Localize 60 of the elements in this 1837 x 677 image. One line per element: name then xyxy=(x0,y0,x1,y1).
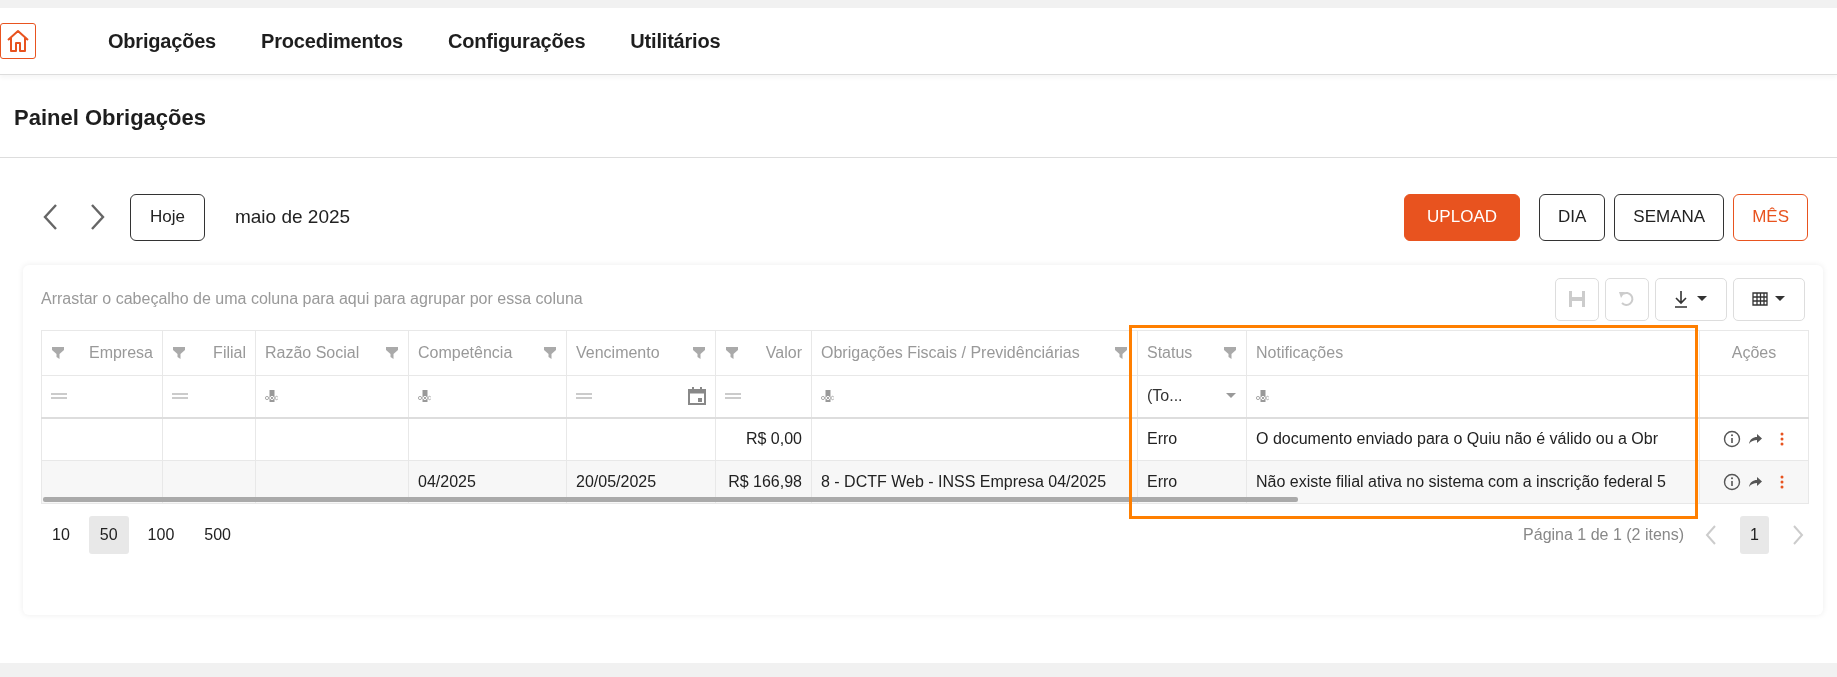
page-info: Página 1 de 1 (2 itens) xyxy=(1523,526,1685,544)
filter-icon[interactable] xyxy=(172,346,186,360)
more-options-icon[interactable] xyxy=(1779,431,1785,448)
filter-icon[interactable] xyxy=(725,346,739,360)
calendar-icon[interactable] xyxy=(688,387,706,406)
table-cell: O documento enviado para o Quiu não é válido ou a Obr xyxy=(1256,430,1659,448)
caret-icon xyxy=(1225,392,1237,401)
view-tab[interactable]: MÊS xyxy=(1733,193,1808,241)
filter-icon[interactable] xyxy=(1114,346,1128,360)
upload-button[interactable]: UPLOAD xyxy=(1404,193,1520,241)
view-tab[interactable]: SEMANA xyxy=(1614,193,1725,241)
contains-operator-icon[interactable] xyxy=(821,390,835,403)
group-panel-hint: Arrastar o cabeçalho de uma coluna para aqui para agrupar por essa coluna xyxy=(41,290,583,308)
table-cell: R$ 0,00 xyxy=(745,430,802,448)
home-button[interactable] xyxy=(0,23,36,59)
nav-menu-item[interactable]: Utilitários xyxy=(630,29,721,53)
nav-menu-item[interactable]: Obrigações xyxy=(108,29,217,53)
previous-page-icon[interactable] xyxy=(1704,524,1719,546)
page-size-option[interactable]: 500 xyxy=(193,516,242,554)
page-size-option[interactable]: 100 xyxy=(136,516,186,554)
horizontal-scrollbar[interactable] xyxy=(43,497,1298,502)
page-size-option[interactable]: 50 xyxy=(88,516,129,554)
page-title: Painel Obrigações xyxy=(14,105,206,131)
today-button[interactable]: Hoje xyxy=(130,193,205,241)
next-page-icon[interactable] xyxy=(1791,524,1805,546)
table-cell: 04/2025 xyxy=(418,473,476,490)
table-cell: 8 - DCTF Web - INSS Empresa 04/2025 xyxy=(821,473,1107,490)
undo-button[interactable] xyxy=(1605,277,1649,321)
filter-icon[interactable] xyxy=(51,346,65,360)
nav-menu-item[interactable]: Procedimentos xyxy=(261,29,403,53)
equals-operator-icon[interactable] xyxy=(576,392,592,401)
export-button[interactable] xyxy=(1655,277,1727,321)
contains-operator-icon[interactable] xyxy=(265,390,279,403)
filter-icon[interactable] xyxy=(543,346,557,360)
info-icon[interactable] xyxy=(1723,430,1741,449)
contains-operator-icon[interactable] xyxy=(418,390,432,403)
equals-operator-icon[interactable] xyxy=(172,392,188,401)
home-icon xyxy=(5,28,31,54)
table-cell: Erro xyxy=(1147,430,1178,448)
info-icon[interactable] xyxy=(1723,473,1741,491)
filter-icon[interactable] xyxy=(385,346,399,360)
column-chooser-button[interactable] xyxy=(1733,277,1805,321)
filter-icon[interactable] xyxy=(692,346,706,360)
table-cell: 20/05/2025 xyxy=(576,473,657,490)
more-options-icon[interactable] xyxy=(1779,474,1785,490)
save-button[interactable] xyxy=(1555,277,1599,321)
filter-icon[interactable] xyxy=(1223,346,1237,360)
page-size-option[interactable]: 10 xyxy=(41,516,81,554)
page-number[interactable]: 1 xyxy=(1740,516,1769,554)
table-cell: Erro xyxy=(1147,473,1178,490)
nav-menu-item[interactable]: Configurações xyxy=(447,29,586,53)
period-label: maio de 2025 xyxy=(234,206,351,228)
grid-icon xyxy=(1751,289,1787,309)
equals-operator-icon[interactable] xyxy=(725,392,741,401)
download-icon xyxy=(1673,289,1709,309)
view-tab[interactable]: DIA xyxy=(1539,193,1606,241)
equals-operator-icon[interactable] xyxy=(51,392,67,401)
table-cell: Não existe filial ativa no sistema com a inscrição federal 5 xyxy=(1256,473,1666,490)
contains-operator-icon[interactable] xyxy=(1256,390,1270,403)
table-cell: R$ 166,98 xyxy=(728,473,802,490)
